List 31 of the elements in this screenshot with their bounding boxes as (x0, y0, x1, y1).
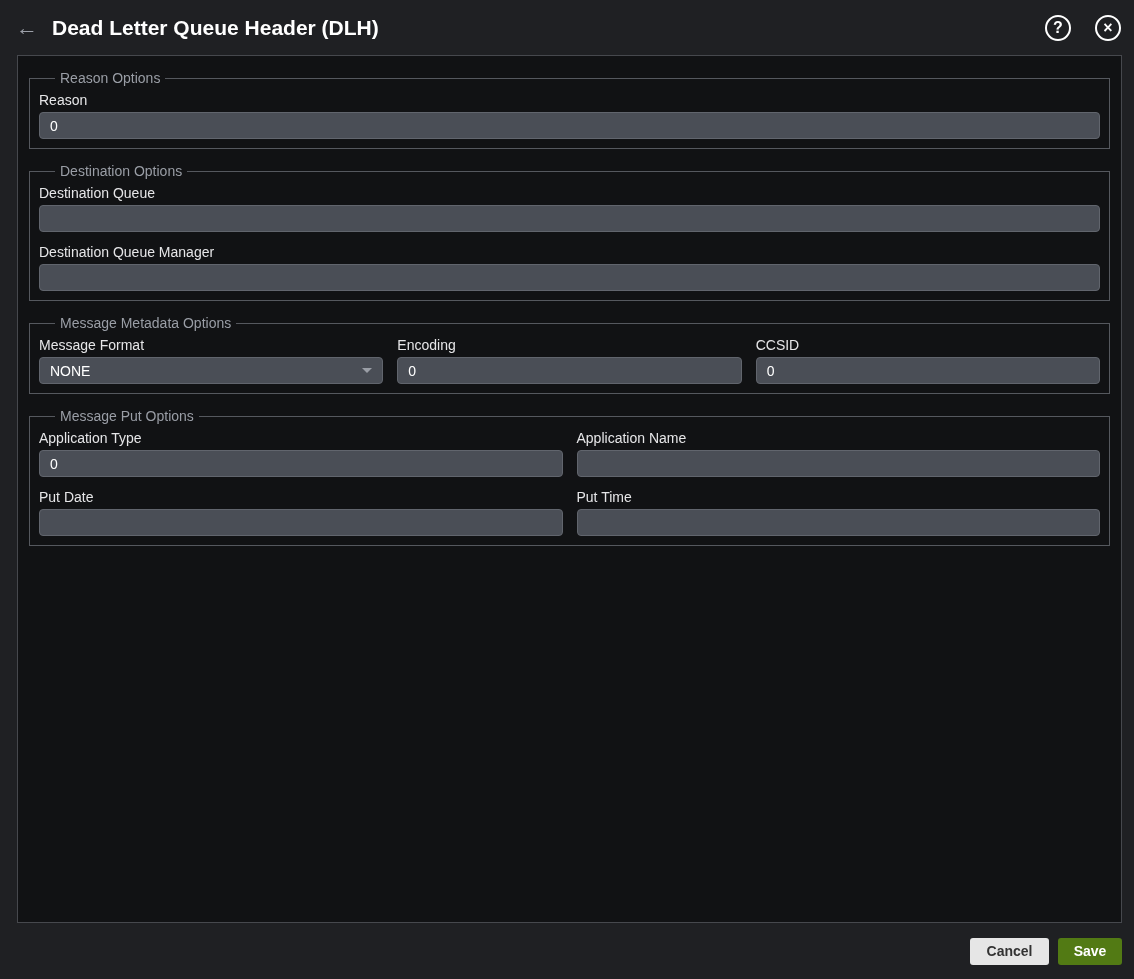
input-field[interactable] (39, 205, 1100, 232)
save-button[interactable]: Save (1058, 937, 1122, 965)
section-legend: Message Metadata Options (55, 315, 237, 331)
input-field[interactable]: 0 (755, 357, 1100, 384)
field-label: Destination Queue Manager (39, 244, 216, 260)
back-button[interactable]: ← (12, 14, 42, 41)
input-field[interactable] (39, 509, 563, 536)
close-button[interactable]: × (1095, 14, 1121, 41)
dropdown[interactable]: NONE (39, 357, 384, 384)
cancel-button[interactable]: Cancel (970, 937, 1049, 965)
field-label: Destination Queue (39, 185, 156, 201)
input-field[interactable]: 0 (39, 112, 1100, 139)
field-label: Application Type (39, 430, 143, 446)
window-title: Dead Letter Queue Header (DLH) (52, 15, 379, 40)
section-legend: Message Put Options (55, 408, 199, 424)
section-legend: Destination Options (55, 163, 188, 179)
caret-icon (362, 368, 373, 373)
field-label: Put Time (576, 489, 633, 505)
field-label: CCSID (755, 337, 801, 353)
input-field[interactable]: 0 (397, 357, 742, 384)
field-label: Encoding (397, 337, 457, 353)
input-field[interactable] (39, 264, 1100, 291)
input-field[interactable] (576, 450, 1100, 477)
input-field[interactable]: 0 (39, 450, 563, 477)
help-button[interactable]: ? (1045, 14, 1071, 41)
section-legend: Reason Options (55, 70, 166, 86)
field-label: Reason (39, 92, 89, 108)
field-label: Message Format (39, 337, 146, 353)
field-label: Put Date (39, 489, 95, 505)
input-field[interactable] (576, 509, 1100, 536)
field-label: Application Name (576, 430, 688, 446)
